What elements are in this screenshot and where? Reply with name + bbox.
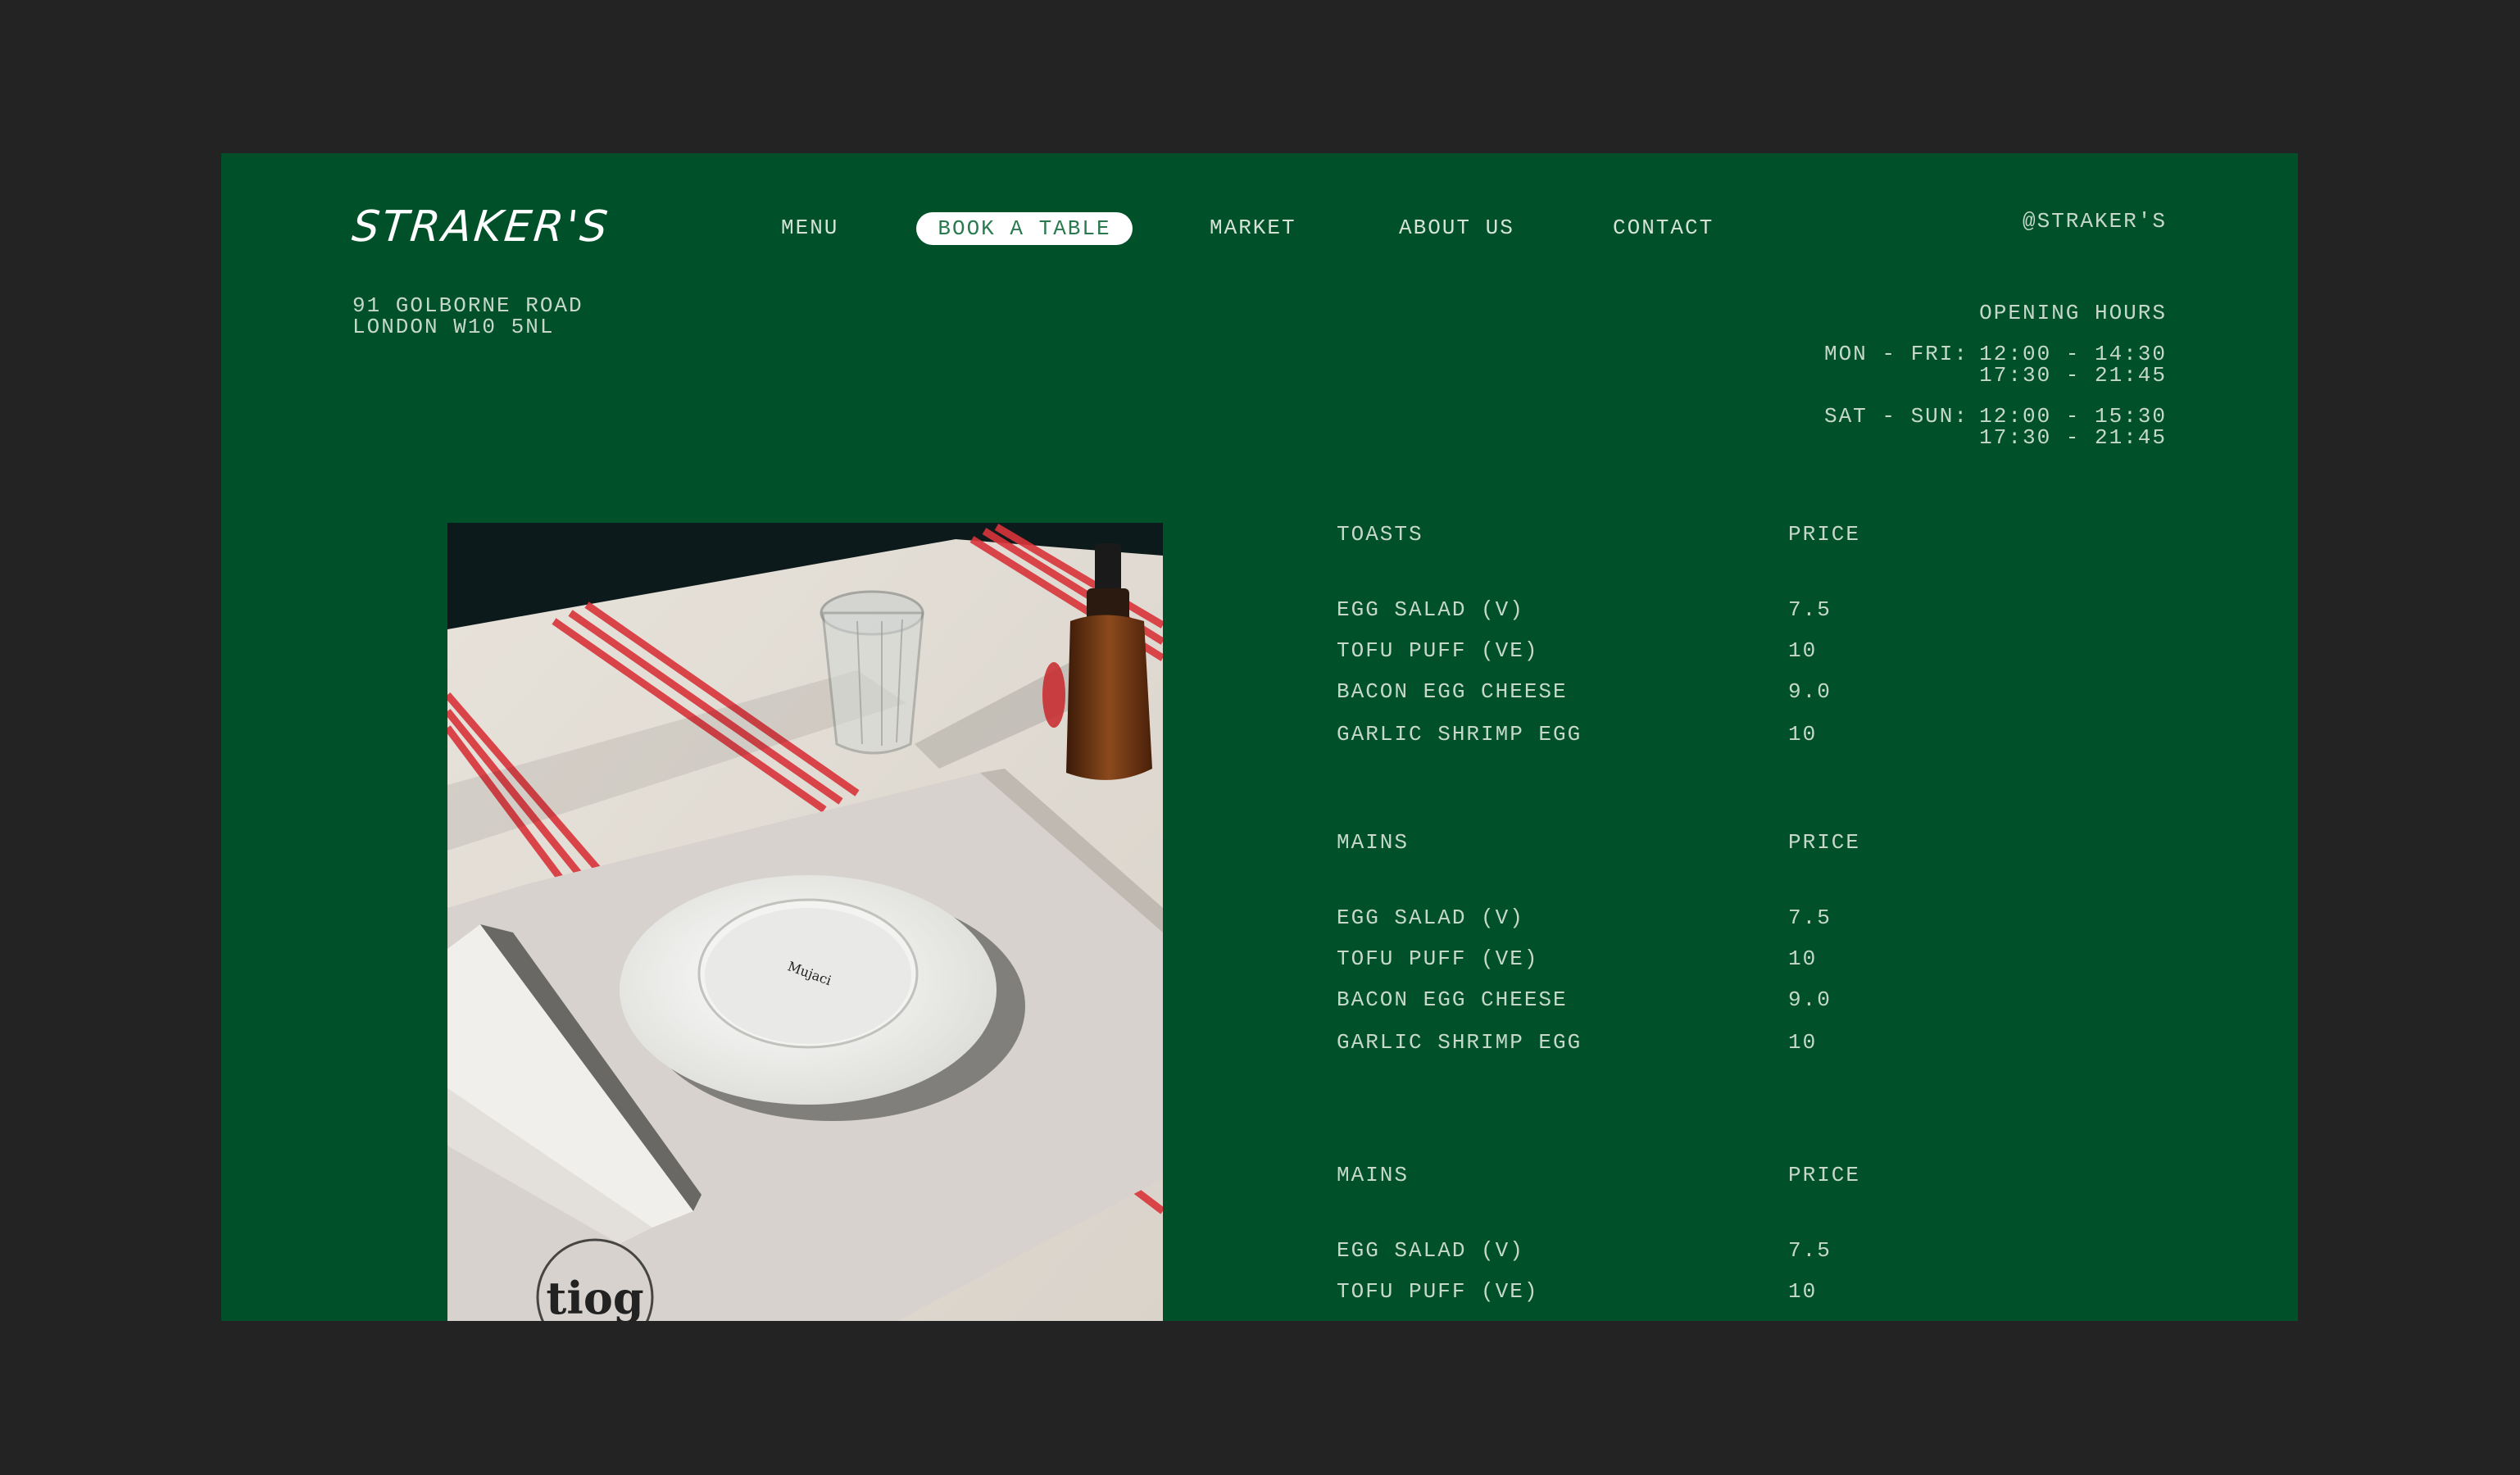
menu-section-title: TOASTS [1337, 522, 1423, 547]
menu-item-price: 10 [1788, 638, 1818, 663]
menu-item-price: 7.5 [1788, 1238, 1832, 1263]
address-line-2: LONDON W10 5NL [352, 315, 555, 339]
weekend-slot-1: 12:00 - 15:30 [1979, 404, 2167, 429]
weekday-label: MON - FRI: [1823, 342, 1968, 366]
address-line-1: 91 GOLBORNE ROAD [352, 293, 583, 318]
table-setting-illustration: Mujaci tiog [447, 523, 1163, 1321]
menu-item-price: 10 [1788, 1030, 1818, 1055]
menu-section-title: MAINS [1337, 830, 1410, 855]
menu-item-price: 9.0 [1788, 679, 1832, 704]
weekend-label: SAT - SUN: [1823, 404, 1968, 429]
weekday-slot-2: 17:30 - 21:45 [1979, 363, 2167, 388]
table-setting-photo: Mujaci tiog [447, 523, 1163, 1321]
weekend-slot-2: 17:30 - 21:45 [1979, 425, 2167, 450]
nav-market[interactable]: MARKET [1210, 217, 1296, 238]
menu-item-price: 10 [1788, 722, 1818, 747]
book-table-button[interactable]: BOOK A TABLE [916, 212, 1133, 245]
menu-item-name: EGG SALAD (V) [1337, 905, 1524, 930]
opening-hours-title: OPENING HOURS [1979, 301, 2167, 325]
menu-item-name: EGG SALAD (V) [1337, 1238, 1524, 1263]
brand-logo[interactable]: STRAKER'S [350, 202, 612, 252]
menu-item-price: 7.5 [1788, 597, 1832, 622]
menu-item-name: TOFU PUFF (VE) [1337, 1279, 1539, 1304]
menu-item-price: 7.5 [1788, 905, 1832, 930]
menu-price-header: PRICE [1788, 522, 1861, 547]
menu-price-header: PRICE [1788, 1163, 1861, 1187]
menu-item-name: BACON EGG CHEESE [1337, 987, 1568, 1012]
social-handle-link[interactable]: @STRAKER'S [2023, 211, 2167, 232]
menu-item-name: GARLIC SHRIMP EGG [1337, 1030, 1582, 1055]
nav-contact[interactable]: CONTACT [1613, 217, 1714, 238]
menu-item-price: 10 [1788, 946, 1818, 971]
nav-menu[interactable]: MENU [781, 217, 838, 238]
menu-price-header: PRICE [1788, 830, 1861, 855]
menu-item-name: TOFU PUFF (VE) [1337, 946, 1539, 971]
menu-item-price: 9.0 [1788, 987, 1832, 1012]
weekday-slot-1: 12:00 - 14:30 [1979, 342, 2167, 366]
menu-item-name: TOFU PUFF (VE) [1337, 638, 1539, 663]
menu-section-title: MAINS [1337, 1163, 1410, 1187]
menu-item-name: BACON EGG CHEESE [1337, 679, 1568, 704]
menu-item-name: GARLIC SHRIMP EGG [1337, 722, 1582, 747]
nav-about-us[interactable]: ABOUT US [1399, 217, 1514, 238]
placemat-mark: tiog [546, 1272, 643, 1321]
site-panel: STRAKER'S MENU BOOK A TABLE MARKET ABOUT… [221, 153, 2298, 1321]
menu-item-price: 10 [1788, 1279, 1818, 1304]
menu-item-name: EGG SALAD (V) [1337, 597, 1524, 622]
